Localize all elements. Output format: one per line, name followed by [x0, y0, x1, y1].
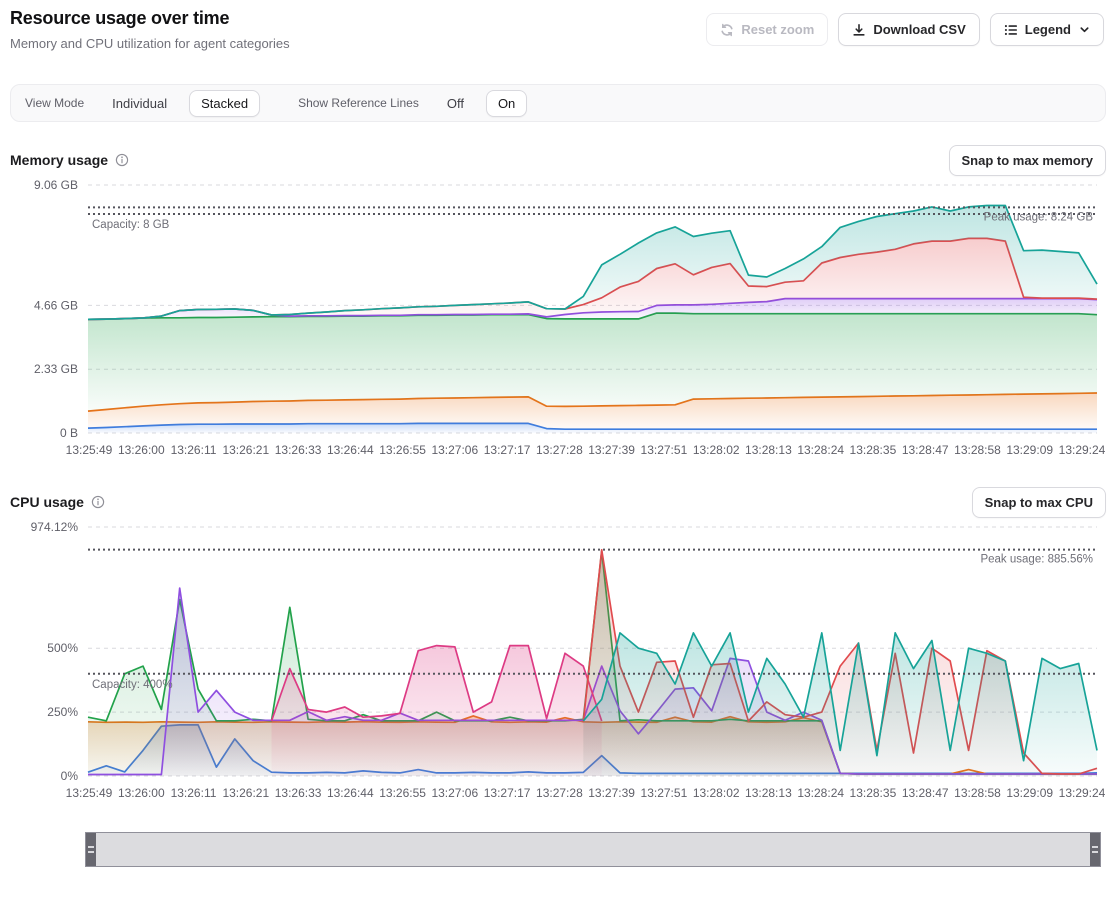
- svg-text:13:27:28: 13:27:28: [536, 443, 583, 457]
- view-mode-stacked-button[interactable]: Stacked: [189, 90, 260, 117]
- cpu-title: CPU usage: [10, 494, 84, 510]
- svg-text:13:29:09: 13:29:09: [1006, 443, 1053, 457]
- time-range-scrollbar[interactable]: [85, 832, 1101, 867]
- memory-section-header: Memory usage Snap to max memory: [10, 144, 1106, 176]
- svg-text:13:28:13: 13:28:13: [745, 786, 792, 800]
- svg-text:13:27:06: 13:27:06: [431, 786, 478, 800]
- svg-text:250%: 250%: [47, 705, 78, 719]
- cpu-chart-svg[interactable]: 974.12% 500% 250% 0% Capacity: 400% Peak usag…: [0, 518, 1116, 801]
- svg-text:13:26:11: 13:26:11: [171, 786, 217, 800]
- legend-label: Legend: [1025, 22, 1071, 37]
- svg-text:13:28:35: 13:28:35: [850, 786, 897, 800]
- controls-bar: View Mode Individual Stacked Show Refere…: [10, 84, 1106, 122]
- memory-title: Memory usage: [10, 152, 108, 168]
- grip-icon: [1092, 846, 1098, 853]
- svg-text:4.66 GB: 4.66 GB: [34, 298, 78, 312]
- toolbar: Reset zoom Download CSV Legend: [706, 13, 1104, 46]
- svg-text:13:28:13: 13:28:13: [745, 443, 792, 457]
- dashboard-page: Resource usage over time Memory and CPU …: [0, 0, 1116, 906]
- svg-text:13:26:55: 13:26:55: [379, 443, 426, 457]
- chevron-down-icon: [1079, 24, 1090, 35]
- svg-text:13:26:33: 13:26:33: [275, 786, 322, 800]
- svg-text:13:29:09: 13:29:09: [1006, 786, 1053, 800]
- svg-text:13:28:24: 13:28:24: [797, 443, 844, 457]
- info-icon[interactable]: [91, 495, 105, 509]
- svg-text:9.06 GB: 9.06 GB: [34, 178, 78, 192]
- download-csv-button[interactable]: Download CSV: [838, 13, 979, 46]
- reset-zoom-button[interactable]: Reset zoom: [706, 13, 828, 46]
- view-mode-label: View Mode: [25, 96, 84, 110]
- svg-text:0%: 0%: [61, 769, 79, 783]
- svg-text:974.12%: 974.12%: [31, 520, 79, 534]
- svg-text:13:27:39: 13:27:39: [588, 786, 635, 800]
- svg-text:13:25:49: 13:25:49: [66, 786, 113, 800]
- memory-chart[interactable]: 9.06 GB 4.66 GB 2.33 GB 0 B Capacity: 8 GB Pe…: [0, 176, 1116, 464]
- download-icon: [852, 23, 866, 37]
- download-csv-label: Download CSV: [873, 22, 965, 37]
- reset-icon: [720, 23, 734, 37]
- snap-to-max-memory-button[interactable]: Snap to max memory: [949, 145, 1107, 176]
- scrollbar-right-handle[interactable]: [1090, 833, 1100, 866]
- grip-icon: [88, 846, 94, 853]
- reset-zoom-label: Reset zoom: [741, 22, 814, 37]
- svg-text:13:26:21: 13:26:21: [222, 786, 269, 800]
- svg-text:13:27:17: 13:27:17: [484, 443, 531, 457]
- svg-text:13:26:00: 13:26:00: [118, 443, 165, 457]
- svg-text:13:26:00: 13:26:00: [118, 786, 165, 800]
- svg-text:13:27:51: 13:27:51: [641, 786, 688, 800]
- show-reference-lines-label: Show Reference Lines: [298, 96, 419, 110]
- svg-text:13:28:02: 13:28:02: [693, 443, 740, 457]
- svg-text:Capacity: 400%: Capacity: 400%: [92, 679, 173, 691]
- legend-button[interactable]: Legend: [990, 13, 1104, 46]
- page-header: Resource usage over time Memory and CPU …: [10, 8, 1106, 70]
- svg-text:13:28:58: 13:28:58: [954, 786, 1001, 800]
- svg-text:13:26:21: 13:26:21: [222, 443, 269, 457]
- svg-text:500%: 500%: [47, 641, 78, 655]
- memory-chart-svg[interactable]: 9.06 GB 4.66 GB 2.33 GB 0 B Capacity: 8 GB Pe…: [0, 176, 1116, 459]
- info-icon[interactable]: [115, 153, 129, 167]
- scrollbar-left-handle[interactable]: [86, 833, 96, 866]
- svg-text:13:28:47: 13:28:47: [902, 443, 949, 457]
- svg-text:0 B: 0 B: [60, 426, 78, 440]
- snap-to-max-cpu-button[interactable]: Snap to max CPU: [972, 487, 1106, 518]
- svg-text:13:28:58: 13:28:58: [954, 443, 1001, 457]
- svg-text:13:27:51: 13:27:51: [641, 443, 688, 457]
- svg-text:13:29:24: 13:29:24: [1059, 443, 1106, 457]
- svg-text:Capacity: 8 GB: Capacity: 8 GB: [92, 219, 170, 231]
- svg-text:Peak usage: 885.56%: Peak usage: 885.56%: [980, 554, 1093, 566]
- svg-text:13:26:44: 13:26:44: [327, 786, 374, 800]
- cpu-chart[interactable]: 974.12% 500% 250% 0% Capacity: 400% Peak usag…: [0, 518, 1116, 806]
- svg-text:13:27:06: 13:27:06: [431, 443, 478, 457]
- svg-text:13:27:28: 13:27:28: [536, 786, 583, 800]
- svg-text:13:27:17: 13:27:17: [484, 786, 531, 800]
- svg-text:13:25:49: 13:25:49: [66, 443, 113, 457]
- svg-text:13:28:02: 13:28:02: [693, 786, 740, 800]
- svg-text:13:29:24: 13:29:24: [1059, 786, 1106, 800]
- legend-list-icon: [1004, 23, 1018, 37]
- svg-text:13:26:44: 13:26:44: [327, 443, 374, 457]
- svg-text:2.33 GB: 2.33 GB: [34, 362, 78, 376]
- reference-lines-on-button[interactable]: On: [486, 90, 527, 117]
- svg-text:13:26:11: 13:26:11: [171, 443, 217, 457]
- svg-text:13:28:24: 13:28:24: [797, 786, 844, 800]
- svg-text:13:27:39: 13:27:39: [588, 443, 635, 457]
- cpu-section-header: CPU usage Snap to max CPU: [10, 486, 1106, 518]
- svg-text:13:26:33: 13:26:33: [275, 443, 322, 457]
- svg-text:13:28:47: 13:28:47: [902, 786, 949, 800]
- svg-text:13:28:35: 13:28:35: [850, 443, 897, 457]
- svg-text:13:26:55: 13:26:55: [379, 786, 426, 800]
- view-mode-individual-button[interactable]: Individual: [100, 90, 179, 117]
- svg-text:Peak usage: 8.24 GB: Peak usage: 8.24 GB: [984, 211, 1094, 223]
- reference-lines-off-button[interactable]: Off: [435, 90, 476, 117]
